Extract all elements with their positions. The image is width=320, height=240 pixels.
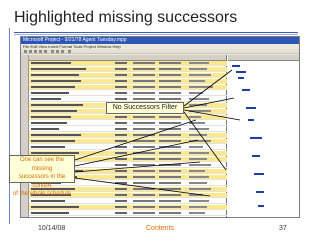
no-successors-filter-callout: No Successors Filter bbox=[106, 102, 184, 114]
slide: Highlighted missing successors Microsoft… bbox=[0, 0, 320, 240]
callout-arrows bbox=[74, 69, 241, 197]
footer-date: 10/14/08 bbox=[38, 225, 66, 232]
note-arrows bbox=[74, 119, 211, 197]
note-line: One can see the missing bbox=[19, 157, 65, 172]
contents-link[interactable]: Contents bbox=[146, 225, 174, 232]
page-number: 37 bbox=[279, 225, 287, 232]
missing-successors-note: One can see the missing successors in th… bbox=[9, 155, 75, 197]
filter-arrows bbox=[183, 69, 241, 171]
note-line: successors in the context bbox=[18, 174, 66, 189]
note-line: of the whole schedule bbox=[12, 191, 72, 197]
